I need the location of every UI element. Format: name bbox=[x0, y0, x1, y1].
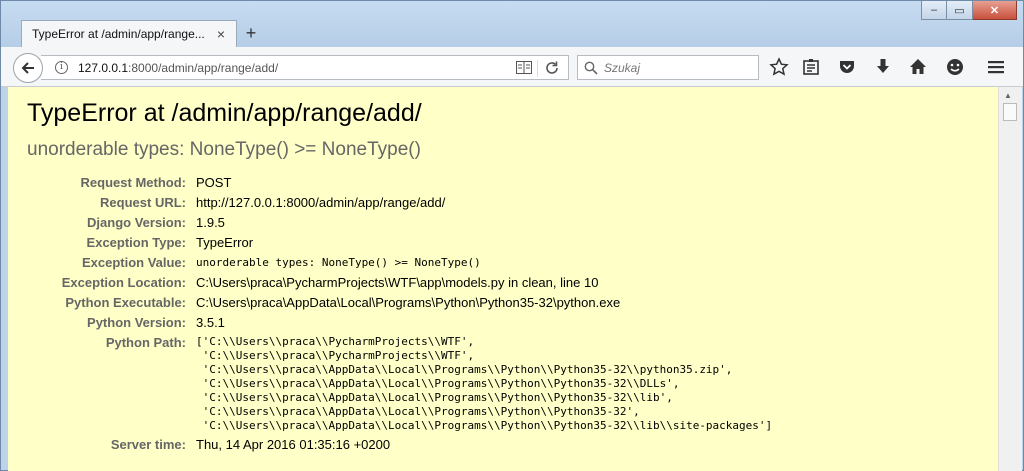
maximize-button[interactable]: ▭ bbox=[947, 1, 973, 20]
meta-value: 1.9.5 bbox=[196, 215, 225, 230]
search-input[interactable] bbox=[604, 60, 754, 75]
meta-value: 3.5.1 bbox=[196, 315, 225, 330]
exception-summary: unorderable types: NoneType() >= NoneTyp… bbox=[27, 139, 421, 160]
scroll-thumb[interactable] bbox=[1003, 103, 1017, 121]
navigation-toolbar: i 127.0.0.1:8000/admin/app/range/add/ bbox=[1, 47, 1023, 87]
url-separator bbox=[537, 60, 538, 77]
reading-list-icon[interactable] bbox=[801, 57, 821, 77]
meta-label: Server time: bbox=[110, 437, 186, 452]
window-controls: ‒ ▭ ✕ bbox=[921, 1, 1017, 21]
address-bar[interactable]: i 127.0.0.1:8000/admin/app/range/add/ bbox=[41, 55, 569, 80]
meta-row-exception-value: Exception Value: unorderable types: None… bbox=[8, 254, 998, 274]
tab-active[interactable]: TypeError at /admin/app/range... × bbox=[21, 20, 237, 47]
minimize-button[interactable]: ‒ bbox=[921, 1, 947, 20]
meta-label: Exception Value: bbox=[81, 255, 186, 270]
info-icon[interactable]: i bbox=[55, 61, 68, 74]
pocket-icon[interactable] bbox=[837, 57, 857, 77]
download-icon[interactable] bbox=[873, 57, 893, 77]
meta-row-django-version: Django Version: 1.9.5 bbox=[8, 214, 998, 234]
search-icon bbox=[584, 61, 598, 75]
meta-row-python-path: Python Path: ['C:\\Users\\praca\\Pycharm… bbox=[8, 334, 998, 434]
meta-row-python-executable: Python Executable: C:\Users\praca\AppDat… bbox=[8, 294, 998, 314]
meta-row-request-method: Request Method: POST bbox=[8, 174, 998, 194]
url-host: 127.0.0.1 bbox=[78, 60, 129, 75]
home-icon[interactable] bbox=[908, 57, 928, 77]
vertical-scrollbar[interactable]: ▲ bbox=[998, 87, 1022, 471]
meta-label: Python Path: bbox=[105, 335, 186, 350]
tab-close-icon[interactable]: × bbox=[214, 27, 228, 41]
url-text[interactable]: 127.0.0.1:8000/admin/app/range/add/ bbox=[78, 61, 278, 75]
meta-value: http://127.0.0.1:8000/admin/app/range/ad… bbox=[196, 195, 446, 210]
back-arrow-icon bbox=[21, 62, 34, 74]
meta-row-request-url: Request URL: http://127.0.0.1:8000/admin… bbox=[8, 194, 998, 214]
meta-label: Exception Location: bbox=[61, 275, 186, 290]
reload-icon[interactable] bbox=[544, 60, 560, 76]
back-button[interactable] bbox=[13, 53, 43, 83]
meta-value: Thu, 14 Apr 2016 01:35:16 +0200 bbox=[196, 437, 391, 452]
page-content: TypeError at /admin/app/range/add/ unord… bbox=[8, 87, 998, 471]
meta-row-exception-type: Exception Type: TypeError bbox=[8, 234, 998, 254]
meta-label: Exception Type: bbox=[86, 235, 186, 250]
python-path-list: ['C:\\Users\\praca\\PycharmProjects\\WTF… bbox=[196, 335, 773, 432]
meta-label: Python Version: bbox=[87, 315, 186, 330]
star-icon[interactable] bbox=[769, 57, 789, 77]
tab-title: TypeError at /admin/app/range... bbox=[32, 27, 205, 41]
meta-label: Python Executable: bbox=[65, 295, 186, 310]
title-bar: ‒ ▭ ✕ TypeError at /admin/app/range... ×… bbox=[1, 1, 1023, 47]
scroll-up-arrow-icon[interactable]: ▲ bbox=[1004, 91, 1012, 100]
url-path: :8000/admin/app/range/add/ bbox=[128, 60, 279, 75]
new-tab-button[interactable]: + bbox=[241, 21, 261, 45]
meta-label: Django Version: bbox=[87, 215, 186, 230]
meta-value: unorderable types: NoneType() >= NoneTyp… bbox=[196, 256, 481, 269]
menu-icon[interactable] bbox=[986, 57, 1006, 77]
meta-row-server-time: Server time: Thu, 14 Apr 2016 01:35:16 +… bbox=[8, 436, 998, 456]
meta-label: Request Method: bbox=[80, 175, 186, 190]
meta-value: TypeError bbox=[196, 235, 254, 250]
meta-label: Request URL: bbox=[100, 195, 186, 210]
meta-value: C:\Users\praca\PycharmProjects\WTF\app\m… bbox=[196, 275, 599, 290]
close-window-button[interactable]: ✕ bbox=[973, 1, 1017, 20]
meta-row-python-version: Python Version: 3.5.1 bbox=[8, 314, 998, 334]
page-title: TypeError at /admin/app/range/add/ bbox=[27, 99, 422, 127]
meta-row-exception-location: Exception Location: C:\Users\praca\Pycha… bbox=[8, 274, 998, 294]
reader-view-icon[interactable] bbox=[516, 61, 532, 74]
meta-value: C:\Users\praca\AppData\Local\Programs\Py… bbox=[196, 295, 621, 310]
meta-value: POST bbox=[196, 175, 232, 190]
search-bar[interactable] bbox=[577, 55, 759, 80]
smiley-icon[interactable] bbox=[945, 57, 965, 77]
